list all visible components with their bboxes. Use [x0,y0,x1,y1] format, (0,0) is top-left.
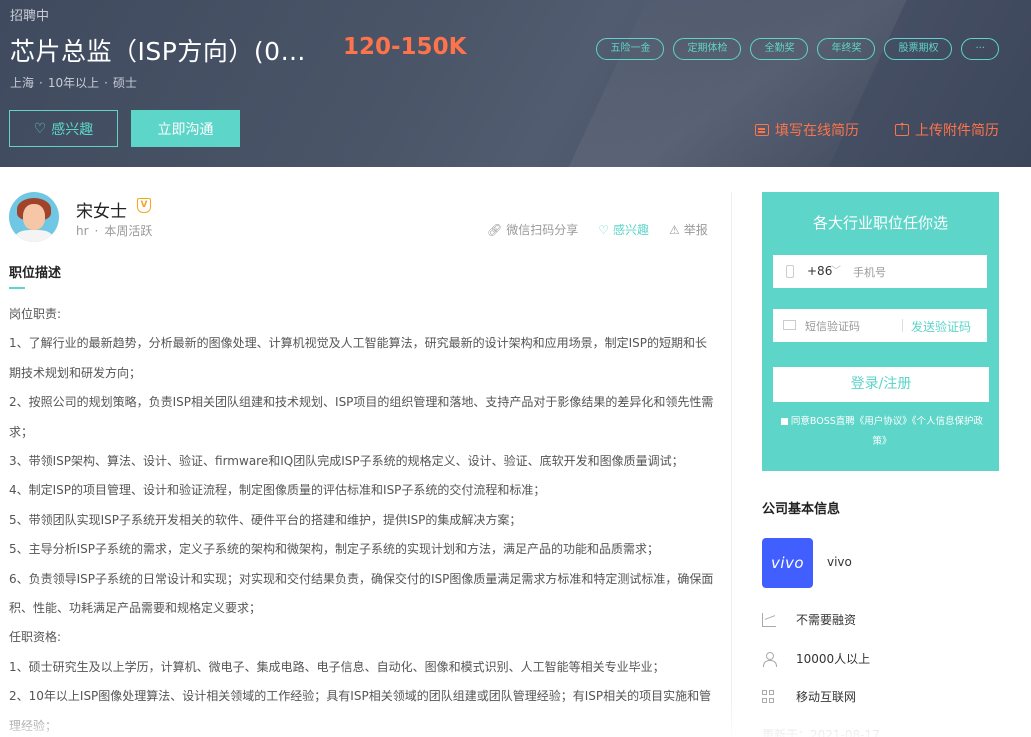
more-tags-button[interactable]: ··· [961,38,999,60]
company-size: 10000人以上 [762,650,870,667]
link-icon: 🔗︎ [487,222,503,237]
benefit-tag: 全勤奖 [750,38,809,60]
country-code-select[interactable]: +86 [807,264,832,278]
benefit-tags: 五险一金 定期体检 全勤奖 年终奖 股票期权 ··· [596,38,999,60]
column-divider [731,192,732,737]
login-title: 各大行业职位任你选 [812,214,948,232]
benefit-tag: 股票期权 [884,38,953,60]
description-line: 6、负责领导ISP子系统的日常设计和实现；对实现和交付结果负责，确保交付的ISP… [9,571,714,616]
agreement-text[interactable]: 同意BOSS直聘《用户协议》《个人信息保护政策》 [791,416,983,447]
description-line: 任职资格: [9,630,62,645]
description-line: 岗位职责: [9,307,62,321]
recruiter-role: hr [76,224,89,238]
company-name[interactable]: vivo [827,555,852,569]
login-register-button[interactable]: 登录/注册 [773,367,989,402]
updated-date: 更新于：2021-08-17 [762,728,880,737]
online-resume-link[interactable]: 填写在线简历 [755,120,859,140]
interest-button[interactable]: ♡ 感兴趣 [9,110,118,147]
recruiter-activity: 本周活跃 [104,224,153,238]
user-icon [762,651,777,667]
interest-link[interactable]: ♡ 感兴趣 [598,221,649,238]
benefit-tag: 定期体检 [673,38,742,60]
job-education: 硕士 [112,76,137,90]
description-line: 1、了解行业的最新趋势，分析最新的图像处理、计算机视觉及人工智能算法，研究最新的… [9,336,708,380]
company-logo[interactable]: vivo [762,538,813,588]
description-line: 2、按照公司的规划策略，负责ISP相关团队组建和技术规划、ISP项目的组织管理和… [9,395,714,439]
company-funding: 不需要融资 [762,611,856,628]
job-description: 岗位职责: 1、了解行业的最新趋势，分析最新的图像处理、计算机视觉及人工智能算法… [9,300,714,737]
message-icon [783,320,796,330]
recruiter-info: hr · 本周活跃 [76,224,153,238]
phone-field[interactable]: +86 ﹀ 手机号 [773,255,987,288]
sms-code-input[interactable]: 短信验证码 [805,318,860,334]
job-title: 芯片总监（ISP方向）(0… [10,37,306,66]
verified-badge-icon: V [137,198,151,213]
phone-input[interactable]: 手机号 [853,264,886,280]
job-header: 招聘中 芯片总监（ISP方向）(0… 120-150K 上海 · 10年以上 · 硕士 … [0,0,1031,167]
avatar [9,192,59,242]
recruiter-name: 宋女士 [76,202,127,222]
title-underline [9,287,25,289]
interest-label: 感兴趣 [51,121,94,138]
benefit-tag: 年终奖 [817,38,876,60]
job-meta: 上海 · 10年以上 · 硕士 [10,76,137,90]
description-line: 5、主导分析ISP子系统的需求，定义子系统的架构和微架构，制定子系统的实现计划和… [9,542,660,557]
company-industry: 移动互联网 [762,688,856,705]
resume-links: 填写在线简历 上传附件简历 [755,120,999,140]
description-line: 1、硕士研究生及以上学历，计算机、微电子、集成电路、电子信息、自动化、图像和模式… [9,659,665,674]
send-code-button[interactable]: 发送验证码 [911,318,971,335]
agreement: 同意BOSS直聘《用户协议》《个人信息保护政策》 [776,412,988,452]
agreement-checkbox[interactable] [780,418,788,425]
document-icon [755,124,769,136]
phone-icon [786,265,794,278]
heart-icon: ♡ [598,222,610,237]
chat-now-button[interactable]: 立即沟通 [131,110,240,147]
company-section-title: 公司基本信息 [762,502,841,517]
grid-icon [762,689,776,704]
report-button[interactable]: ⚠︎ 举报 [669,221,708,238]
sms-code-field[interactable]: 短信验证码 发送验证码 [773,309,987,342]
warning-icon: ⚠︎ [669,222,680,237]
login-panel: 各大行业职位任你选 +86 ﹀ 手机号 短信验证码 发送验证码 登录/注册 同意… [762,192,999,471]
recruiter-actions: 🔗︎ 微信扫码分享 ♡ 感兴趣 ⚠︎ 举报 [487,221,708,238]
job-experience: 10年以上 [47,76,100,90]
heart-icon: ♡ [33,120,47,137]
benefit-tag: 五险一金 [596,38,665,60]
description-line: 2、10年以上ISP图像处理算法、设计相关领域的工作经验；具有ISP相关领域的团… [9,689,712,733]
job-location: 上海 [10,76,35,90]
salary: 120-150K [343,34,467,60]
upload-icon [895,122,909,136]
description-line: 4、制定ISP的项目管理、设计和验证流程，制定图像质量的评估标准和ISP子系统的… [9,483,546,498]
job-status: 招聘中 [10,9,50,24]
upload-resume-link[interactable]: 上传附件简历 [895,120,999,140]
chart-icon [762,612,776,627]
description-line: 5、带领团队实现ISP子系统开发相关的软件、硬件平台的搭建和维护，提供ISP的集… [9,512,522,527]
chevron-down-icon: ﹀ [831,266,841,277]
description-title: 职位描述 [9,266,62,281]
description-line: 3、带领ISP架构、算法、设计、验证、firmware和IQ团队完成ISP子系统… [9,454,684,469]
share-button[interactable]: 🔗︎ 微信扫码分享 [487,221,578,238]
